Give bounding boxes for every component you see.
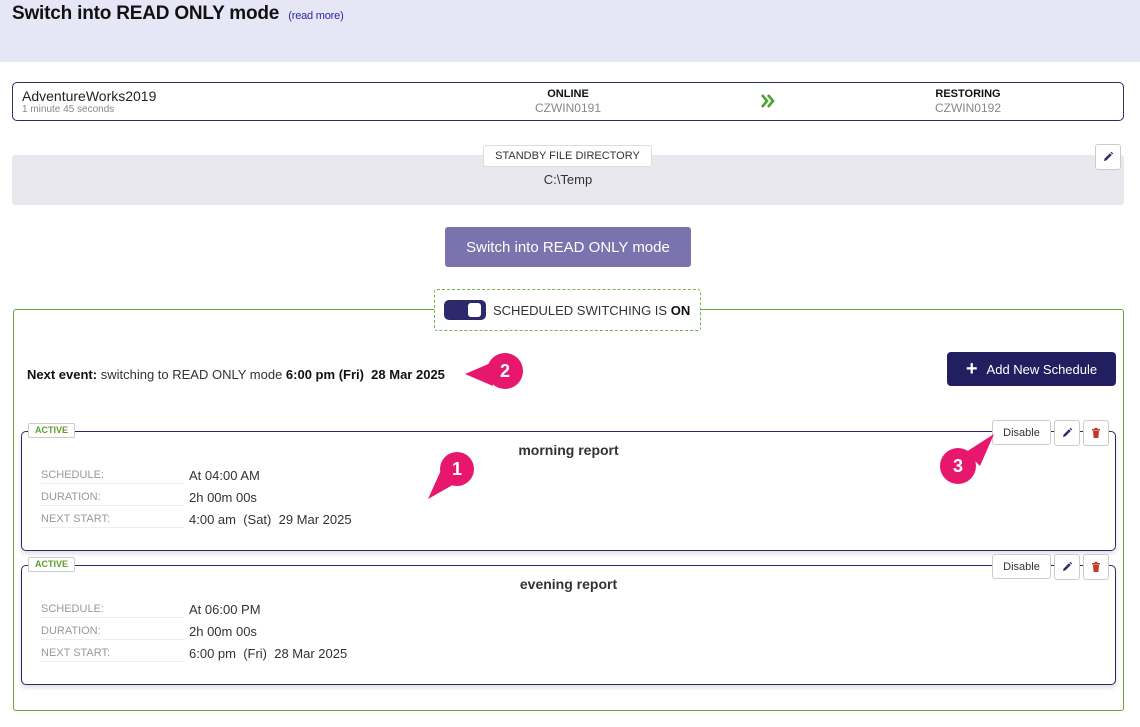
- primary-server: ONLINE CZWIN0191: [488, 88, 648, 115]
- active-badge: ACTIVE: [28, 557, 75, 572]
- scheduled-switching-text: SCHEDULED SWITCHING IS: [493, 302, 668, 318]
- scheduled-switching-state: ON: [670, 302, 691, 318]
- active-badge: ACTIVE: [28, 423, 75, 438]
- delete-schedule-button[interactable]: [1083, 420, 1109, 446]
- trash-icon: [1092, 561, 1100, 572]
- database-name: AdventureWorks2019: [22, 88, 157, 104]
- next-event-time: 6:00 pm: [285, 367, 336, 382]
- database-status-panel: AdventureWorks2019 1 minute 45 seconds O…: [12, 82, 1124, 121]
- pencil-icon: [1063, 427, 1073, 437]
- trash-icon: [1092, 427, 1100, 438]
- duration-value: 2h 00m 00s: [189, 490, 257, 505]
- duration-value: 2h 00m 00s: [189, 624, 257, 639]
- scheduled-switching-toggle-box: SCHEDULED SWITCHING IS ON: [434, 289, 701, 331]
- secondary-status: RESTORING: [935, 88, 1001, 100]
- callout-number: 2: [500, 361, 510, 381]
- edit-schedule-button[interactable]: [1054, 554, 1080, 580]
- plus-icon: +: [965, 358, 978, 380]
- callout-marker-3: 3: [940, 434, 994, 484]
- callout-marker-2: 2: [465, 353, 523, 389]
- add-new-schedule-button[interactable]: + Add New Schedule: [947, 352, 1116, 386]
- secondary-server: RESTORING CZWIN0192: [888, 88, 1048, 115]
- duration-label: DURATION:: [41, 491, 184, 506]
- schedule-label: SCHEDULE:: [41, 603, 184, 618]
- schedule-title: evening report: [519, 576, 618, 592]
- add-new-schedule-label: Add New Schedule: [986, 361, 1098, 377]
- switch-read-only-button[interactable]: Switch into READ ONLY mode: [445, 227, 691, 267]
- page-title: Switch into READ ONLY mode (read more): [12, 3, 344, 25]
- callout-number: 3: [953, 456, 963, 476]
- edit-schedule-button[interactable]: [1054, 420, 1080, 446]
- delete-schedule-button[interactable]: [1083, 554, 1109, 580]
- schedule-card: evening report SCHEDULE: At 06:00 PM DUR…: [21, 565, 1116, 685]
- secondary-server-name: CZWIN0192: [934, 101, 1002, 115]
- page-header: Switch into READ ONLY mode (read more): [0, 0, 1140, 62]
- pencil-icon: [1063, 561, 1073, 571]
- schedule-value: At 06:00 PM: [189, 602, 261, 617]
- database-duration: 1 minute 45 seconds: [22, 104, 115, 115]
- next-event-date: (Fri) 28 Mar 2025: [338, 367, 445, 382]
- callout-marker-1: 1: [428, 452, 474, 499]
- scheduled-switching-toggle[interactable]: [444, 300, 486, 320]
- duration-label: DURATION:: [41, 625, 184, 640]
- schedule-label: SCHEDULE:: [41, 469, 184, 484]
- standby-directory-label: STANDBY FILE DIRECTORY: [483, 145, 652, 167]
- next-event-label: Next event:: [27, 367, 98, 382]
- double-chevron-right-icon: [761, 94, 775, 108]
- edit-standby-button[interactable]: [1095, 144, 1121, 170]
- toggle-knob: [468, 303, 481, 317]
- disable-schedule-button[interactable]: Disable: [992, 554, 1051, 579]
- next-start-label: NEXT START:: [41, 647, 184, 662]
- next-start-value: 6:00 pm (Fri) 28 Mar 2025: [189, 646, 348, 661]
- pencil-icon: [1104, 151, 1114, 161]
- next-start-value: 4:00 am (Sat) 29 Mar 2025: [189, 512, 352, 527]
- scheduled-switching-label: SCHEDULED SWITCHING IS ON: [493, 303, 690, 318]
- primary-server-name: CZWIN0191: [534, 101, 602, 115]
- disable-schedule-button[interactable]: Disable: [992, 420, 1051, 445]
- callout-number: 1: [452, 459, 462, 479]
- schedule-value: At 04:00 AM: [189, 468, 260, 483]
- next-event-text: switching to READ ONLY mode: [100, 367, 283, 382]
- next-event: Next event: switching to READ ONLY mode …: [27, 367, 445, 382]
- page-title-text: Switch into READ ONLY mode: [12, 3, 280, 24]
- next-start-label: NEXT START:: [41, 513, 184, 528]
- read-more-link[interactable]: (read more): [288, 10, 343, 22]
- primary-status: ONLINE: [547, 88, 589, 100]
- standby-directory-path: C:\Temp: [543, 172, 593, 187]
